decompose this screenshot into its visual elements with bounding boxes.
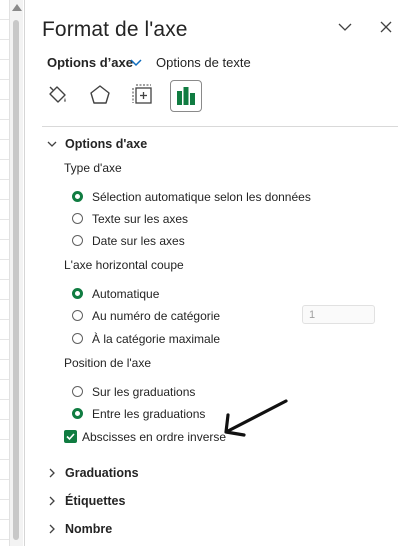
radio-button[interactable] (72, 333, 83, 344)
size-properties-button[interactable] (128, 80, 158, 110)
radio-button[interactable] (72, 310, 83, 321)
close-icon (380, 21, 392, 33)
radio-label: Sur les graduations (92, 385, 196, 399)
pane-title: Format de l'axe (42, 18, 188, 41)
axis-position-label: Position de l'axe (64, 356, 152, 370)
axis-options-button[interactable] (170, 80, 202, 112)
size-properties-icon (132, 84, 152, 104)
tab-text-options[interactable]: Options de texte (156, 55, 251, 70)
radio-button[interactable] (72, 235, 83, 246)
radio-button[interactable] (72, 408, 83, 419)
fill-line-button[interactable] (42, 80, 72, 110)
tab-axis-options[interactable]: Options d’axe (47, 55, 133, 70)
radio-label: À la catégorie maximale (92, 332, 221, 346)
scroll-up-arrow-icon[interactable] (12, 4, 22, 11)
radio-button[interactable] (72, 191, 83, 202)
scroll-thumb[interactable] (13, 20, 19, 540)
chevron-right-icon (49, 468, 55, 478)
section-title: Nombre (65, 522, 113, 536)
radio-button[interactable] (72, 288, 83, 299)
spreadsheet-edge (0, 0, 25, 546)
close-pane-button[interactable] (375, 16, 397, 38)
crosses-label: L'axe horizontal coupe (64, 258, 184, 272)
radio-label: Date sur les axes (92, 234, 185, 248)
radio-label: Sélection automatique selon les données (92, 190, 311, 204)
divider (42, 126, 398, 127)
checkbox-label: Abscisses en ordre inverse (82, 430, 227, 444)
annotation-arrow-icon (224, 399, 288, 437)
pane-options-button[interactable] (334, 16, 356, 38)
section-title: Options d'axe (65, 137, 148, 151)
category-number-input[interactable]: 1 (302, 305, 375, 324)
chevron-down-icon (338, 23, 352, 31)
radio-label: Automatique (92, 287, 160, 301)
radio-label: Au numéro de catégorie (92, 309, 221, 323)
pentagon-icon (90, 85, 110, 104)
bar-chart-icon (177, 87, 195, 105)
radio-button[interactable] (72, 386, 83, 397)
section-title: Étiquettes (65, 494, 126, 508)
chevron-right-icon (49, 496, 55, 506)
radio-button[interactable] (72, 213, 83, 224)
chevron-down-icon (47, 141, 57, 147)
section-title: Graduations (65, 466, 139, 480)
grid-column (0, 0, 10, 546)
checkmark-icon (66, 433, 75, 441)
fill-bucket-icon (49, 86, 66, 103)
chevron-right-icon (49, 524, 55, 534)
chevron-down-icon[interactable] (130, 58, 142, 68)
radio-label: Entre les graduations (92, 407, 206, 421)
effects-button[interactable] (85, 80, 115, 110)
axis-type-label: Type d'axe (64, 161, 122, 175)
checkbox-checked[interactable] (64, 430, 77, 443)
format-axis-pane: Format de l'axe Options d’axe Options de… (25, 0, 407, 546)
radio-label: Texte sur les axes (92, 212, 189, 226)
